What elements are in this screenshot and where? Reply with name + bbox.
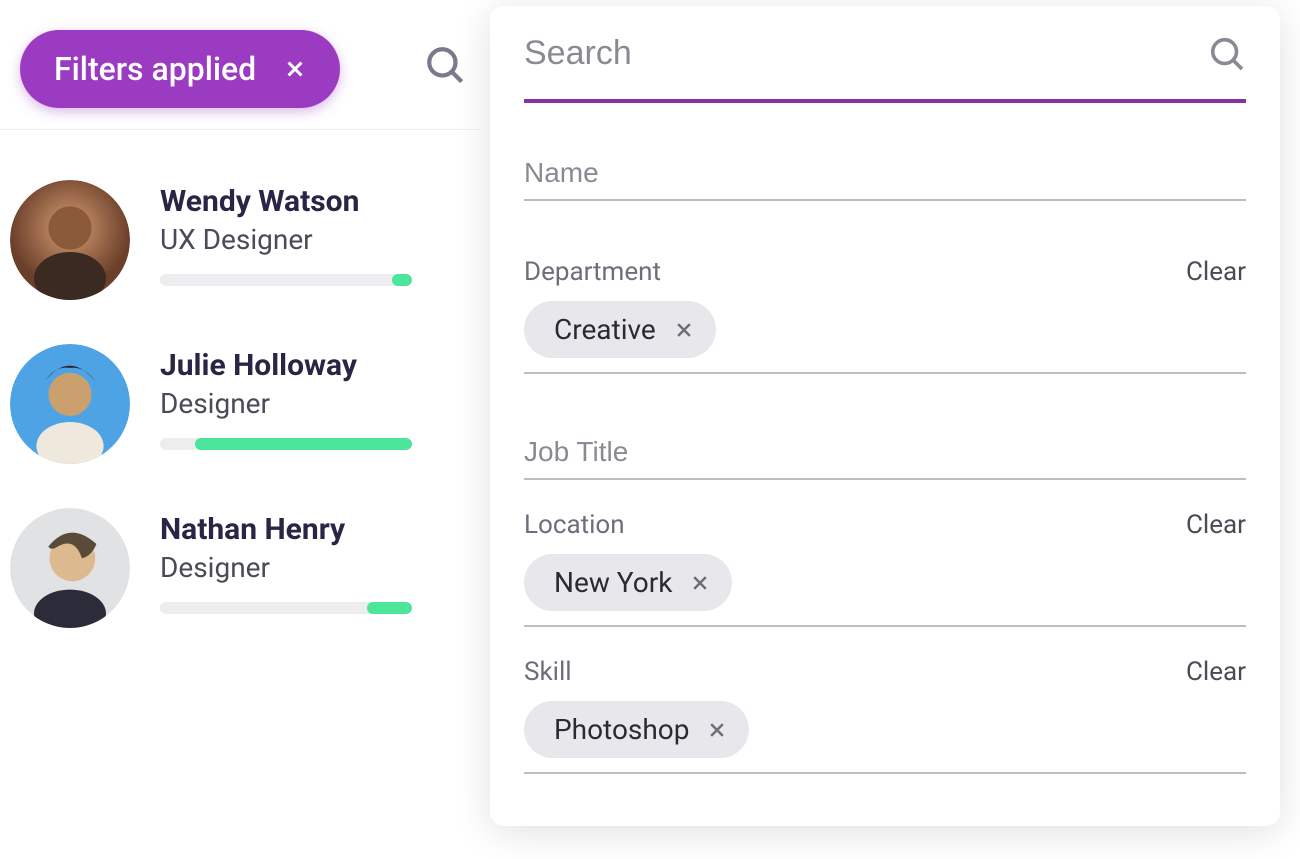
avatar — [10, 180, 130, 300]
chip-label: Photoshop — [554, 713, 689, 746]
progress-bar-fill — [195, 438, 412, 450]
field-name — [524, 151, 1246, 201]
field-location: Location Clear New York — [524, 510, 1246, 627]
field-label: Location — [524, 510, 625, 540]
list-item[interactable]: Wendy Watson UX Designer — [10, 158, 480, 322]
job-title-input[interactable] — [524, 430, 1246, 480]
filters-chip-label: Filters applied — [54, 50, 256, 88]
search-input[interactable] — [524, 30, 1102, 77]
field-department: Department Clear Creative — [524, 257, 1246, 374]
close-icon[interactable] — [690, 573, 710, 593]
progress-bar-fill — [392, 274, 412, 286]
progress-bar-fill — [367, 602, 412, 614]
clear-button[interactable]: Clear — [1186, 657, 1246, 687]
close-icon[interactable] — [707, 720, 727, 740]
list-item[interactable]: Julie Holloway Designer — [10, 322, 480, 486]
name-input[interactable] — [524, 151, 1246, 201]
search-icon[interactable] — [1208, 35, 1246, 73]
progress-bar — [160, 602, 412, 614]
filters-applied-chip[interactable]: Filters applied — [20, 30, 340, 108]
people-list: Wendy Watson UX Designer Julie Holloway … — [0, 130, 480, 650]
chip-skill[interactable]: Photoshop — [524, 701, 749, 758]
person-name: Wendy Watson — [160, 184, 480, 219]
progress-bar — [160, 438, 412, 450]
chip-label: New York — [554, 566, 672, 599]
filter-panel: Department Clear Creative Location Clear… — [490, 6, 1280, 826]
chip-location[interactable]: New York — [524, 554, 732, 611]
panel-search-row — [524, 30, 1246, 103]
progress-bar — [160, 274, 412, 286]
clear-button[interactable]: Clear — [1186, 510, 1246, 540]
results-header: Filters applied — [0, 0, 480, 130]
search-icon[interactable] — [424, 44, 466, 86]
list-item[interactable]: Nathan Henry Designer — [10, 486, 480, 650]
results-column: Filters applied Wendy Watson UX Designer — [0, 0, 480, 650]
person-title: Designer — [160, 387, 480, 420]
close-icon[interactable] — [284, 58, 306, 80]
chip-label: Creative — [554, 313, 656, 346]
person-title: UX Designer — [160, 223, 480, 256]
person-name: Nathan Henry — [160, 512, 480, 547]
field-label: Department — [524, 257, 661, 287]
field-label: Skill — [524, 657, 572, 687]
field-skill: Skill Clear Photoshop — [524, 657, 1246, 774]
avatar — [10, 344, 130, 464]
clear-button[interactable]: Clear — [1186, 257, 1246, 287]
close-icon[interactable] — [674, 320, 694, 340]
chip-department[interactable]: Creative — [524, 301, 716, 358]
person-title: Designer — [160, 551, 480, 584]
avatar — [10, 508, 130, 628]
person-name: Julie Holloway — [160, 348, 480, 383]
field-job-title — [524, 430, 1246, 480]
